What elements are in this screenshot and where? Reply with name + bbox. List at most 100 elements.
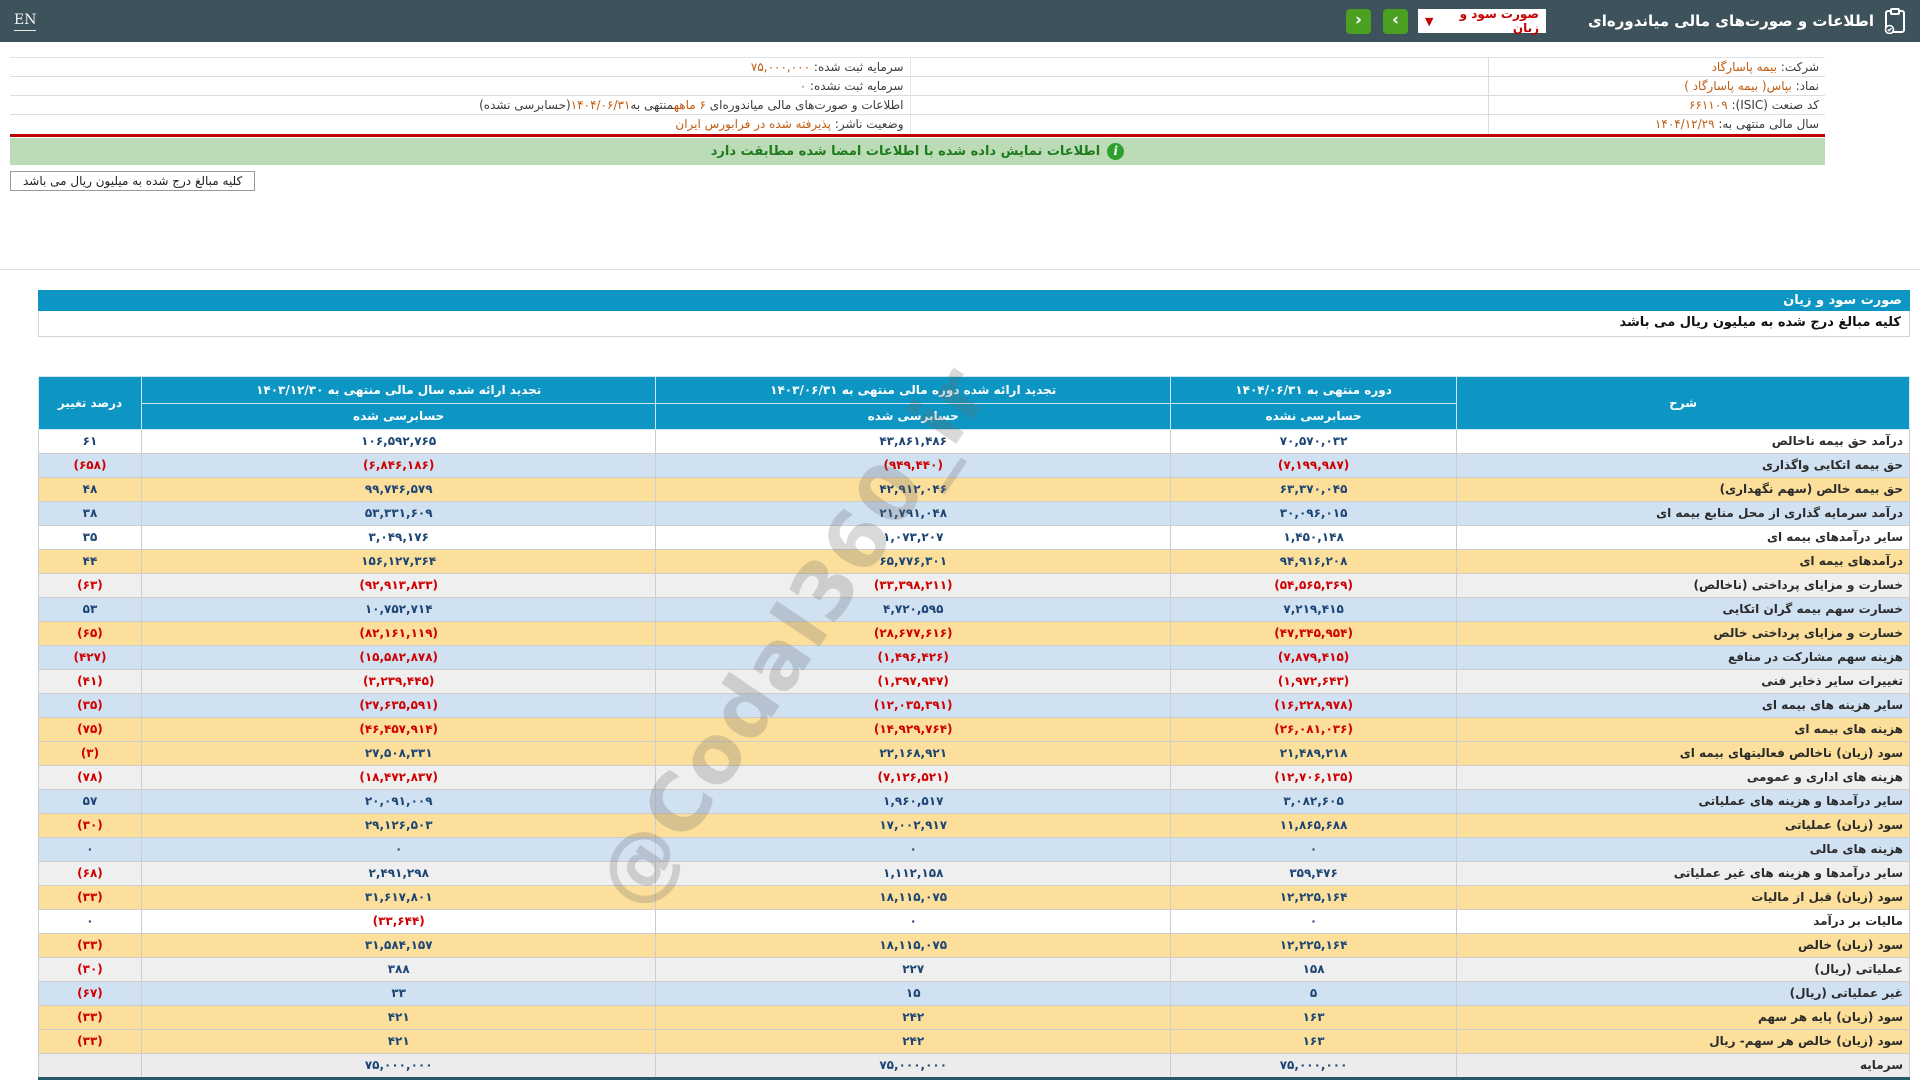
value-current-period: (۲۶,۰۸۱,۰۳۶): [1169, 716, 1458, 742]
chevron-left-icon: ‹: [1355, 10, 1363, 30]
statement-title-bar: صورت سود و زیان: [38, 289, 1910, 311]
prev-statement-button[interactable]: ‹: [1346, 8, 1372, 34]
value-current-period: ۱۵۸: [1169, 956, 1458, 982]
row-label: خسارت و مزایای پرداختی خالص: [1456, 620, 1910, 646]
next-statement-button[interactable]: ›: [1383, 8, 1409, 34]
value-change-percent: (۶۵۸): [38, 452, 142, 478]
value-current-period: (۱۶,۲۲۸,۹۷۸): [1169, 692, 1458, 718]
value-change-percent: (۳۵): [38, 692, 142, 718]
col-header-description: شرح: [1456, 375, 1910, 430]
value-current-period: ۰: [1169, 908, 1458, 934]
info-row: کد صنعت (ISIC): ۶۶۱۱۰۹ اطلاعات و صورت‌ها…: [10, 95, 1825, 115]
value-current-period: ۷۰,۵۷۰,۰۳۲: [1169, 428, 1458, 454]
value-prior-period: ۲۲,۱۶۸,۹۲۱: [655, 740, 1171, 766]
row-label: هزینه سهم مشارکت در منافع: [1456, 644, 1910, 670]
value-change-percent: ۵۳: [38, 596, 142, 622]
value-prior-period: (۱,۴۹۶,۴۲۶): [655, 644, 1171, 670]
col-header-prior-year: تجدید ارائه شده سال مالی منتهی به ۱۴۰۳/۱…: [140, 375, 657, 404]
row-label: هزینه های اداری و عمومی: [1456, 764, 1910, 790]
period-description: اطلاعات و صورت‌های مالی میاندوره‌ای ۶ ما…: [10, 95, 910, 115]
value-prior-period: ۰: [655, 908, 1171, 934]
signature-match-banner: i اطلاعات نمایش داده شده با اطلاعات امضا…: [10, 137, 1825, 165]
language-toggle[interactable]: EN: [14, 12, 37, 31]
row-label: درآمد سرمایه گذاری از محل منابع بیمه ای: [1456, 500, 1910, 526]
value-prior-period: ۲۴۲: [655, 1028, 1171, 1054]
value-prior-period: ۴,۷۲۰,۵۹۵: [655, 596, 1171, 622]
value-prior-period: ۱,۰۷۳,۲۰۷: [655, 524, 1171, 550]
value-prior-year: ۵۳,۳۳۱,۶۰۹: [140, 500, 657, 526]
banner-text: اطلاعات نمایش داده شده با اطلاعات امضا ش…: [710, 143, 1101, 159]
info-row: نماد: بپاس( بیمه پاسارگاد ) سرمایه ثبت ن…: [10, 76, 1825, 96]
table-row: تغییرات سایر ذخایر فنی (۱,۹۷۲,۶۴۳) (۱,۳۹۷,…: [38, 668, 1910, 694]
table-row: سایر هزینه های بیمه ای (۱۶,۲۲۸,۹۷۸) (۱۲,۰۳…: [38, 692, 1910, 718]
value-current-period: (۱,۹۷۲,۶۴۳): [1169, 668, 1458, 694]
row-label: حق بیمه خالص (سهم نگهداری): [1456, 476, 1910, 502]
value-prior-year: ۲۰,۰۹۱,۰۰۹: [140, 788, 657, 814]
table-row: عملیاتی (ریال) ۱۵۸ ۲۲۷ ۳۸۸ (۳۰): [38, 956, 1910, 982]
value-prior-period: ۲۲۷: [655, 956, 1171, 982]
row-label: مالیات بر درآمد: [1456, 908, 1910, 934]
value-prior-year: (۹۲,۹۱۳,۸۳۳): [140, 572, 657, 598]
row-label: خسارت سهم بیمه گران اتکایی: [1456, 596, 1910, 622]
row-label: هزینه های مالی: [1456, 836, 1910, 862]
table-row: سایر درآمدها و هزینه های عملیاتی ۳,۰۸۲,۶۰…: [38, 788, 1910, 814]
value-prior-year: ۴۲۱: [140, 1028, 657, 1054]
col-header-prior-period: تجدید ارائه شده دوره مالی منتهی به ۱۴۰۳/…: [655, 375, 1171, 404]
company-name: شرکت: بیمه پاسارگاد: [1487, 57, 1825, 77]
col-subheader-unaudited: حسابرسی نشده: [1169, 402, 1458, 430]
income-statement-table: شرح دوره منتهی به ۱۴۰۴/۰۶/۳۱ تجدید ارائه…: [38, 375, 1910, 1080]
value-change-percent: (۶۸): [38, 860, 142, 886]
table-row: درآمد سرمایه گذاری از محل منابع بیمه ای ۳…: [38, 500, 1910, 526]
value-change-percent: (۷۸): [38, 764, 142, 790]
value-current-period: (۷,۱۹۹,۹۸۷): [1169, 452, 1458, 478]
value-prior-year: ۳۱,۶۱۷,۸۰۱: [140, 884, 657, 910]
table-row: خسارت و مزایای پرداختی (ناخالص) (۵۴,۵۶۵,۳…: [38, 572, 1910, 598]
table-row: حق بیمه خالص (سهم نگهداری) ۶۳,۳۷۰,۰۴۵ ۴۲,۹…: [38, 476, 1910, 502]
value-current-period: ۱۶۳: [1169, 1028, 1458, 1054]
value-prior-period: (۷,۱۲۶,۵۲۱): [655, 764, 1171, 790]
app-header: اطلاعات و صورت‌های مالی میاندوره‌ای صورت…: [0, 0, 1920, 42]
value-prior-period: ۱۸,۱۱۵,۰۷۵: [655, 932, 1171, 958]
value-prior-year: ۲۷,۵۰۸,۳۳۱: [140, 740, 657, 766]
table-row: غیر عملیاتی (ریال) ۵ ۱۵ ۳۳ (۶۷): [38, 980, 1910, 1006]
value-prior-period: ۶۵,۷۷۶,۳۰۱: [655, 548, 1171, 574]
value-prior-year: ۹۹,۷۴۶,۵۷۹: [140, 476, 657, 502]
value-change-percent: (۳۳): [38, 1004, 142, 1030]
value-current-period: ۱,۴۵۰,۱۴۸: [1169, 524, 1458, 550]
income-statement-section: صورت سود و زیان کلیه مبالغ درج شده به می…: [38, 289, 1910, 1080]
row-label: سود (زیان) ناخالص فعالیتهای بیمه ای: [1456, 740, 1910, 766]
value-prior-period: ۱۸,۱۱۵,۰۷۵: [655, 884, 1171, 910]
value-current-period: ۳۰,۰۹۶,۰۱۵: [1169, 500, 1458, 526]
row-label: سود (زیان) خالص هر سهم- ریال: [1456, 1028, 1910, 1054]
value-current-period: ۷,۲۱۹,۴۱۵: [1169, 596, 1458, 622]
units-note-row: کلیه مبالغ درج شده به میلیون ریال می باش…: [38, 310, 1910, 337]
value-current-period: (۷,۸۷۹,۴۱۵): [1169, 644, 1458, 670]
value-change-percent: (۳۰): [38, 956, 142, 982]
fiscal-year-end: سال مالی منتهی به: ۱۴۰۴/۱۲/۲۹: [1487, 114, 1825, 134]
page-title: اطلاعات و صورت‌های مالی میاندوره‌ای: [1588, 12, 1874, 30]
value-prior-year: ۱۰۶,۵۹۲,۷۶۵: [140, 428, 657, 454]
table-row: سود (زیان) قبل از مالیات ۱۲,۲۲۵,۱۶۴ ۱۸,۱۱۵…: [38, 884, 1910, 910]
value-current-period: ۱۶۳: [1169, 1004, 1458, 1030]
value-current-period: ۶۳,۳۷۰,۰۴۵: [1169, 476, 1458, 502]
value-prior-year: (۳۳,۶۴۴): [140, 908, 657, 934]
value-prior-period: (۱۲,۰۳۵,۳۹۱): [655, 692, 1171, 718]
value-prior-year: (۱۵,۵۸۲,۸۷۸): [140, 644, 657, 670]
row-label: درآمدهای بیمه ای: [1456, 548, 1910, 574]
value-current-period: ۷۵,۰۰۰,۰۰۰: [1169, 1052, 1458, 1080]
value-current-period: ۱۲,۲۲۵,۱۶۴: [1169, 884, 1458, 910]
dropdown-value: صورت سود و زیان: [1459, 7, 1540, 35]
row-label: تغییرات سایر ذخایر فنی: [1456, 668, 1910, 694]
value-change-percent: (۳۰): [38, 812, 142, 838]
page-divider: [0, 268, 1920, 270]
value-prior-period: ۱,۹۶۰,۵۱۷: [655, 788, 1171, 814]
row-label: سایر هزینه های بیمه ای: [1456, 692, 1910, 718]
statement-type-dropdown[interactable]: صورت سود و زیان ▼: [1418, 7, 1547, 35]
value-prior-period: (۱,۳۹۷,۹۴۷): [655, 668, 1171, 694]
registered-capital: سرمایه ثبت شده: ۷۵,۰۰۰,۰۰۰: [10, 57, 910, 77]
row-label: حق بیمه اتکایی واگذاری: [1456, 452, 1910, 478]
value-change-percent: ۴۴: [38, 548, 142, 574]
value-change-percent: ۶۱: [38, 428, 142, 454]
col-subheader-audited-2: حسابرسی شده: [140, 402, 657, 430]
value-prior-period: (۲۸,۶۷۷,۶۱۶): [655, 620, 1171, 646]
